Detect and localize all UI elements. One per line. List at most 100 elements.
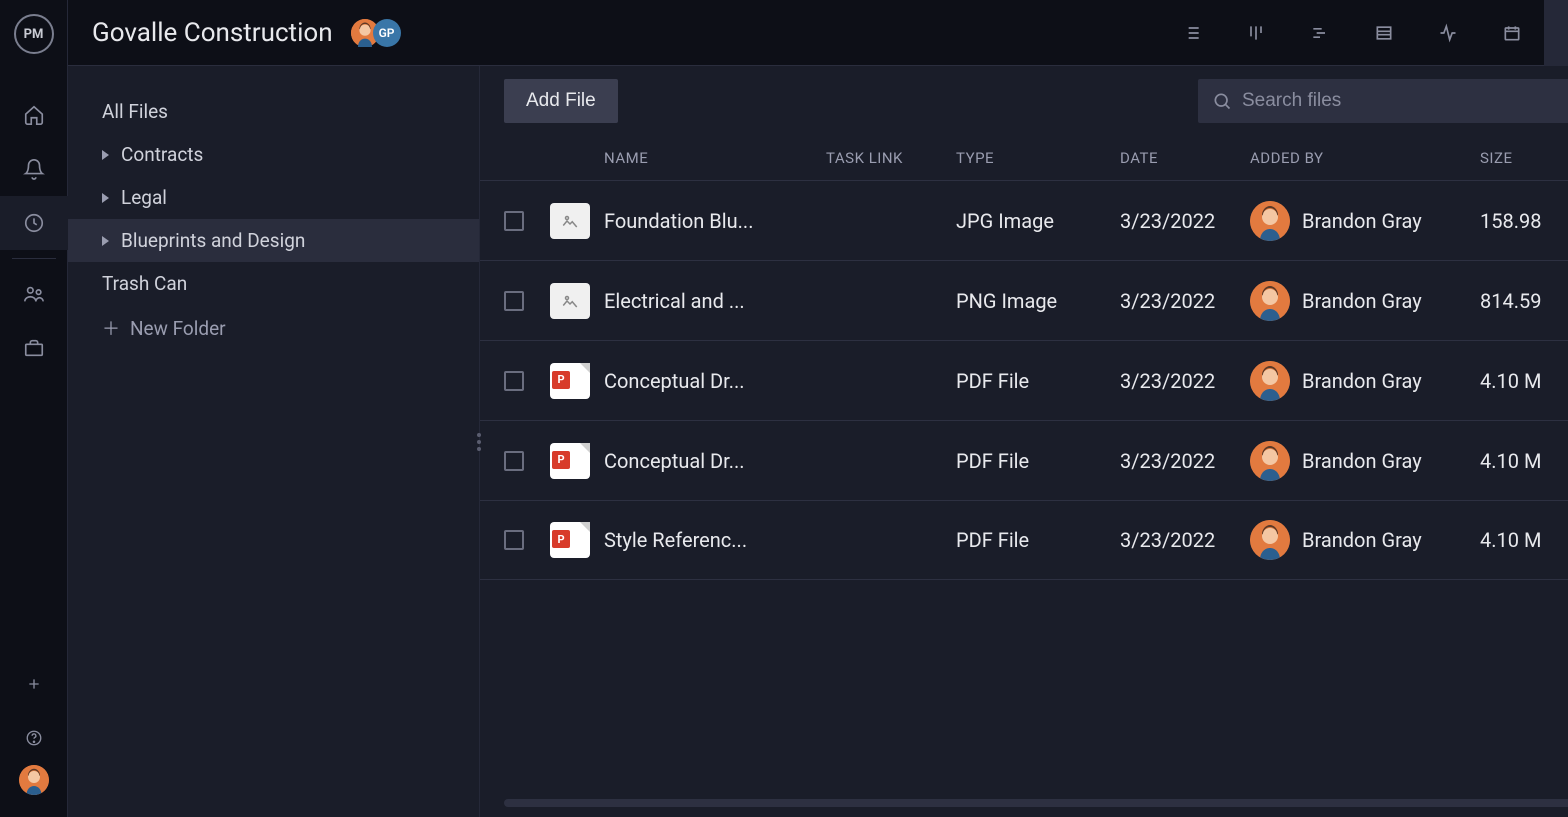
chevron-right-icon xyxy=(102,193,109,203)
view-tab-files[interactable] xyxy=(1544,0,1568,66)
col-added-by[interactable]: ADDED BY xyxy=(1250,149,1480,167)
search-input[interactable] xyxy=(1242,90,1568,112)
rail-divider xyxy=(12,258,56,259)
avatar-icon xyxy=(1250,281,1290,321)
help-icon xyxy=(25,729,43,747)
plus-icon xyxy=(26,676,42,692)
folder-trash[interactable]: Trash Can xyxy=(68,262,479,305)
avatar-icon xyxy=(19,765,49,795)
file-size: 158.98 xyxy=(1480,209,1562,233)
row-checkbox[interactable] xyxy=(504,451,524,471)
user-avatar xyxy=(1250,361,1290,401)
avatar-icon xyxy=(1250,201,1290,241)
new-folder-label: New Folder xyxy=(130,317,226,340)
file-added-by: Brandon Gray xyxy=(1250,361,1480,401)
row-checkbox[interactable] xyxy=(504,530,524,550)
sidebar-resize-handle[interactable] xyxy=(477,433,481,451)
gantt-icon xyxy=(1310,23,1330,43)
col-type[interactable]: TYPE xyxy=(956,149,1120,167)
list-icon xyxy=(1182,23,1202,43)
nav-add[interactable] xyxy=(0,657,68,711)
user-avatar xyxy=(1250,201,1290,241)
avatar-icon xyxy=(1250,441,1290,481)
nav-help[interactable] xyxy=(0,711,68,765)
file-content: Add File NAME TASK LINK TYPE DATE ADDED … xyxy=(480,66,1568,817)
chevron-right-icon xyxy=(102,150,109,160)
col-date[interactable]: DATE xyxy=(1120,149,1250,167)
file-size: 4.10 M xyxy=(1480,369,1562,393)
table-row[interactable]: PStyle Referenc...PDF File3/23/2022Brand… xyxy=(480,500,1568,580)
files-table: NAME TASK LINK TYPE DATE ADDED BY SIZE F… xyxy=(480,136,1568,799)
view-tab-board[interactable] xyxy=(1224,0,1288,66)
table-row[interactable]: Foundation Blu... JPG Image3/23/2022Brand… xyxy=(480,180,1568,260)
file-date: 3/23/2022 xyxy=(1120,209,1250,233)
table-row[interactable]: PConceptual Dr...PDF File3/23/2022Brando… xyxy=(480,340,1568,420)
folder-label: Blueprints and Design xyxy=(121,229,305,252)
people-icon xyxy=(23,283,45,305)
pdf-file-icon: P xyxy=(550,443,590,479)
file-added-by: Brandon Gray xyxy=(1250,520,1480,560)
nav-home[interactable] xyxy=(0,88,68,142)
new-folder-button[interactable]: ＋ New Folder xyxy=(68,305,479,351)
horizontal-scrollbar[interactable] xyxy=(504,799,1568,809)
nav-rail: PM xyxy=(0,0,68,817)
view-tab-activity[interactable] xyxy=(1416,0,1480,66)
file-date: 3/23/2022 xyxy=(1120,369,1250,393)
plus-icon: ＋ xyxy=(102,315,118,341)
file-date: 3/23/2022 xyxy=(1120,528,1250,552)
user-avatar xyxy=(1250,520,1290,560)
avatar-icon xyxy=(1250,361,1290,401)
folder-label: Contracts xyxy=(121,143,203,166)
image-file-icon xyxy=(550,283,590,319)
folder-all-files[interactable]: All Files xyxy=(68,90,479,133)
app-header: Govalle Construction GP xyxy=(68,0,1568,66)
briefcase-icon xyxy=(23,337,45,359)
file-type: JPG Image xyxy=(956,209,1120,233)
activity-icon xyxy=(1438,23,1458,43)
folder-item-blueprints[interactable]: Blueprints and Design xyxy=(68,219,479,262)
avatar-icon xyxy=(1250,520,1290,560)
home-icon xyxy=(23,104,45,126)
nav-team[interactable] xyxy=(0,267,68,321)
row-checkbox[interactable] xyxy=(504,291,524,311)
file-added-by: Brandon Gray xyxy=(1250,441,1480,481)
board-icon xyxy=(1246,23,1266,43)
user-avatar xyxy=(1250,441,1290,481)
file-added-by: Brandon Gray xyxy=(1250,201,1480,241)
member-avatar-2[interactable]: GP xyxy=(373,19,401,47)
row-checkbox[interactable] xyxy=(504,371,524,391)
file-name: Conceptual Dr... xyxy=(604,369,826,393)
app-logo[interactable]: PM xyxy=(14,14,54,54)
bell-icon xyxy=(23,158,45,180)
view-tabs xyxy=(1160,0,1568,66)
nav-recent[interactable] xyxy=(0,196,68,250)
view-tab-gantt[interactable] xyxy=(1288,0,1352,66)
col-name[interactable]: NAME xyxy=(604,149,826,167)
project-members[interactable]: GP xyxy=(357,19,401,47)
row-checkbox[interactable] xyxy=(504,211,524,231)
file-name: Foundation Blu... xyxy=(604,209,826,233)
nav-notifications[interactable] xyxy=(0,142,68,196)
user-avatar xyxy=(1250,281,1290,321)
add-file-button[interactable]: Add File xyxy=(504,79,618,123)
table-header: NAME TASK LINK TYPE DATE ADDED BY SIZE xyxy=(480,136,1568,180)
pdf-file-icon: P xyxy=(550,522,590,558)
search-icon xyxy=(1212,91,1232,111)
file-type: PDF File xyxy=(956,528,1120,552)
view-tab-list[interactable] xyxy=(1160,0,1224,66)
table-row[interactable]: PConceptual Dr...PDF File3/23/2022Brando… xyxy=(480,420,1568,500)
folder-item-contracts[interactable]: Contracts xyxy=(68,133,479,176)
view-tab-table[interactable] xyxy=(1352,0,1416,66)
image-file-icon xyxy=(550,203,590,239)
folder-item-legal[interactable]: Legal xyxy=(68,176,479,219)
clock-icon xyxy=(23,212,45,234)
nav-briefcase[interactable] xyxy=(0,321,68,375)
nav-user-avatar[interactable] xyxy=(19,765,49,795)
file-type: PNG Image xyxy=(956,289,1120,313)
col-task-link[interactable]: TASK LINK xyxy=(826,149,956,167)
col-size[interactable]: SIZE xyxy=(1480,149,1562,167)
table-row[interactable]: Electrical and ...PNG Image3/23/2022Bran… xyxy=(480,260,1568,340)
search-files[interactable] xyxy=(1198,79,1568,123)
folder-label: Legal xyxy=(121,186,167,209)
view-tab-calendar[interactable] xyxy=(1480,0,1544,66)
